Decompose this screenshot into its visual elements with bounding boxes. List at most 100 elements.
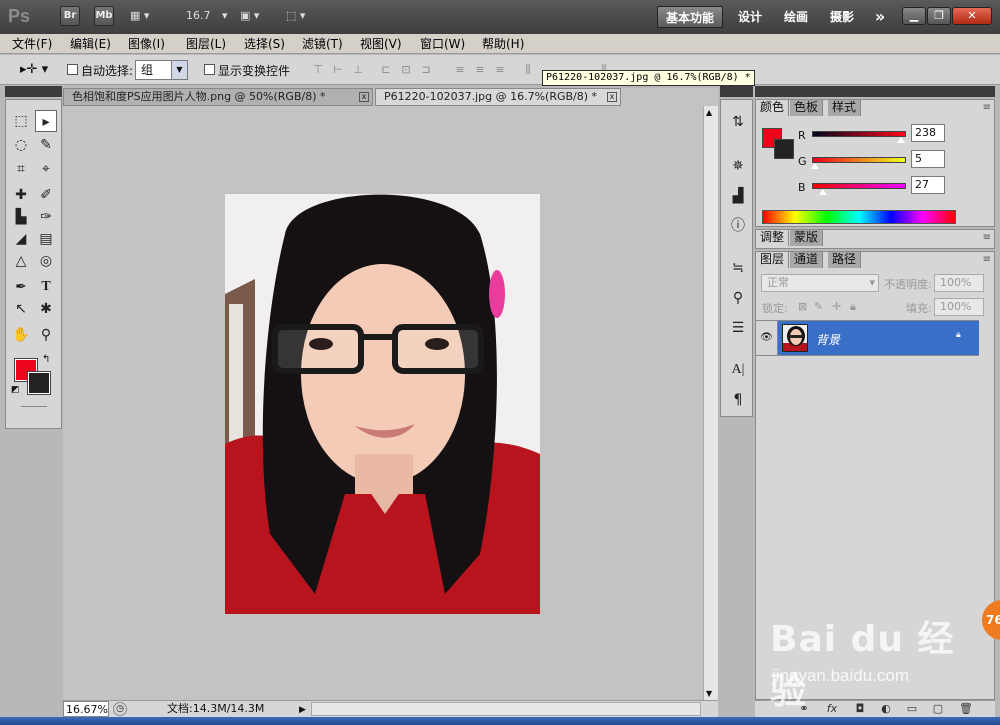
- paragraph-icon[interactable]: ¶: [728, 390, 748, 410]
- workspace-painting[interactable]: 绘画: [778, 6, 814, 28]
- tab-document-1[interactable]: 色相饱和度PS应用图片人物.png @ 50%(RGB/8) * x: [63, 88, 373, 106]
- g-slider[interactable]: [810, 157, 906, 169]
- tab-paths[interactable]: 路径: [828, 252, 862, 268]
- eye-icon[interactable]: 👁︎: [756, 321, 778, 355]
- shape-icon[interactable]: ✱: [35, 298, 57, 320]
- path-select-icon[interactable]: ↖: [10, 298, 32, 320]
- b-slider-thumb[interactable]: [818, 189, 827, 195]
- tab-color[interactable]: 颜色: [756, 100, 790, 116]
- healing-icon[interactable]: ✚: [10, 184, 32, 206]
- extras-dropdown[interactable]: ▦ ▾: [130, 6, 149, 26]
- menu-select[interactable]: 选择(S): [244, 36, 285, 52]
- tab-swatches[interactable]: 色板: [790, 100, 824, 116]
- blur-icon[interactable]: △: [10, 250, 32, 272]
- tab-channels[interactable]: 通道: [790, 252, 824, 268]
- lock-pixels-icon[interactable]: ✎: [814, 300, 823, 313]
- workspace-essentials[interactable]: 基本功能: [657, 6, 723, 28]
- status-menu-arrow-icon[interactable]: ▶: [299, 702, 306, 718]
- align-top-icon[interactable]: ⊤: [310, 64, 326, 76]
- minimize-button[interactable]: ▁: [902, 7, 926, 25]
- lock-position-icon[interactable]: ✛: [832, 300, 841, 313]
- new-group-icon[interactable]: ▭: [905, 702, 919, 716]
- histogram-icon[interactable]: ▟: [728, 186, 748, 206]
- screen-mode-dropdown[interactable]: ⬚ ▾: [286, 6, 305, 26]
- lasso-icon[interactable]: ◌: [10, 134, 32, 156]
- eyedropper-icon[interactable]: ⌖: [35, 158, 57, 180]
- default-colors-icon[interactable]: ◩: [11, 385, 20, 395]
- tab-styles[interactable]: 样式: [828, 100, 862, 116]
- bridge-button[interactable]: Br: [60, 6, 80, 26]
- fill-field[interactable]: 100%: [934, 298, 984, 316]
- navigator-icon[interactable]: ✵: [728, 156, 748, 176]
- lock-transparent-icon[interactable]: ⊠: [798, 300, 807, 313]
- align-left-icon[interactable]: ⊏: [378, 64, 394, 76]
- vertical-scrollbar[interactable]: ▲ ▼: [703, 106, 718, 700]
- crop-icon[interactable]: ⌗: [10, 158, 32, 180]
- tab-adjustments[interactable]: 调整: [756, 230, 790, 246]
- menu-filter[interactable]: 滤镜(T): [302, 36, 343, 52]
- align-vcenter-icon[interactable]: ⊢: [330, 64, 346, 76]
- b-slider[interactable]: [812, 183, 906, 195]
- marquee-icon[interactable]: ⬚: [10, 110, 32, 132]
- color-spectrum-bar[interactable]: [762, 210, 956, 224]
- gradient-icon[interactable]: ▤: [35, 228, 57, 250]
- layer-row-background[interactable]: 👁︎ 背景 🔒︎: [756, 320, 979, 356]
- lock-all-icon[interactable]: 🔒︎: [850, 300, 856, 314]
- menu-layer[interactable]: 图层(L): [186, 36, 226, 52]
- r-slider[interactable]: [812, 131, 906, 143]
- tab-document-2[interactable]: P61220-102037.jpg @ 16.7%(RGB/8) * x: [375, 88, 621, 106]
- show-transform-checkbox[interactable]: [204, 64, 215, 75]
- g-value-field[interactable]: 5: [911, 150, 945, 168]
- adjustment-layer-icon[interactable]: ◐: [879, 702, 893, 716]
- color-bg-swatch[interactable]: [774, 139, 794, 159]
- menu-help[interactable]: 帮助(H): [482, 36, 524, 52]
- fx-icon[interactable]: fx: [825, 702, 839, 716]
- distribute-top-icon[interactable]: ≡: [452, 64, 468, 76]
- horizontal-scrollbar[interactable]: [311, 702, 701, 716]
- minibridge-button[interactable]: Mb: [94, 6, 114, 26]
- canvas-photo[interactable]: [225, 194, 540, 614]
- close-icon[interactable]: x: [359, 92, 369, 102]
- blend-mode-select[interactable]: 正常 ▾: [761, 274, 879, 292]
- r-slider-thumb[interactable]: [896, 137, 905, 143]
- distribute-left-icon[interactable]: ⫼: [520, 64, 536, 76]
- g-slider-thumb[interactable]: [810, 163, 819, 169]
- align-bottom-icon[interactable]: ⊥: [350, 64, 366, 76]
- stamp-icon[interactable]: ▙: [10, 206, 32, 228]
- add-mask-icon[interactable]: ◘: [853, 702, 867, 716]
- zoom-field[interactable]: 16.67%: [63, 701, 109, 717]
- b-value-field[interactable]: 27: [911, 176, 945, 194]
- zoom-icon[interactable]: ⚲: [35, 324, 57, 346]
- link-layers-icon[interactable]: ⚭: [797, 702, 811, 716]
- auto-select-checkbox[interactable]: [67, 64, 78, 75]
- arrange-dropdown[interactable]: ▣ ▾: [240, 6, 259, 26]
- close-icon[interactable]: x: [607, 92, 617, 102]
- close-button[interactable]: ✕: [952, 7, 992, 25]
- menu-edit[interactable]: 编辑(E): [70, 36, 111, 52]
- type-icon[interactable]: T: [35, 276, 57, 298]
- tool-presets-icon[interactable]: ☰: [728, 318, 748, 338]
- panel-menu-icon[interactable]: ≡: [983, 254, 991, 265]
- move-tool-icon[interactable]: ▸: [35, 110, 57, 132]
- new-layer-icon[interactable]: ▢: [931, 702, 945, 716]
- align-right-icon[interactable]: ⊐: [418, 64, 434, 76]
- menu-image[interactable]: 图像(I): [128, 36, 165, 52]
- tools-collapse-strip[interactable]: [5, 86, 62, 97]
- more-workspaces-button[interactable]: »: [868, 6, 892, 28]
- panel-menu-icon[interactable]: ≡: [983, 232, 991, 243]
- menu-window[interactable]: 窗口(W): [420, 36, 465, 52]
- scroll-down-icon[interactable]: ▼: [706, 689, 712, 698]
- eraser-icon[interactable]: ◢: [10, 228, 32, 250]
- history-icon[interactable]: ⇅: [728, 112, 748, 132]
- history-brush-icon[interactable]: ✑: [35, 206, 57, 228]
- auto-select-dropdown[interactable]: 组 ▼: [135, 60, 188, 80]
- workspace-design[interactable]: 设计: [732, 6, 768, 28]
- quick-select-icon[interactable]: ✎: [35, 134, 57, 156]
- distribute-bottom-icon[interactable]: ≡: [492, 64, 508, 76]
- hand-icon[interactable]: ✋: [10, 324, 32, 346]
- menu-view[interactable]: 视图(V): [360, 36, 402, 52]
- pen-icon[interactable]: ✒: [10, 276, 32, 298]
- scroll-up-icon[interactable]: ▲: [706, 108, 712, 117]
- align-hcenter-icon[interactable]: ⊡: [398, 64, 414, 76]
- brush-preset-icon[interactable]: ≒: [728, 258, 748, 278]
